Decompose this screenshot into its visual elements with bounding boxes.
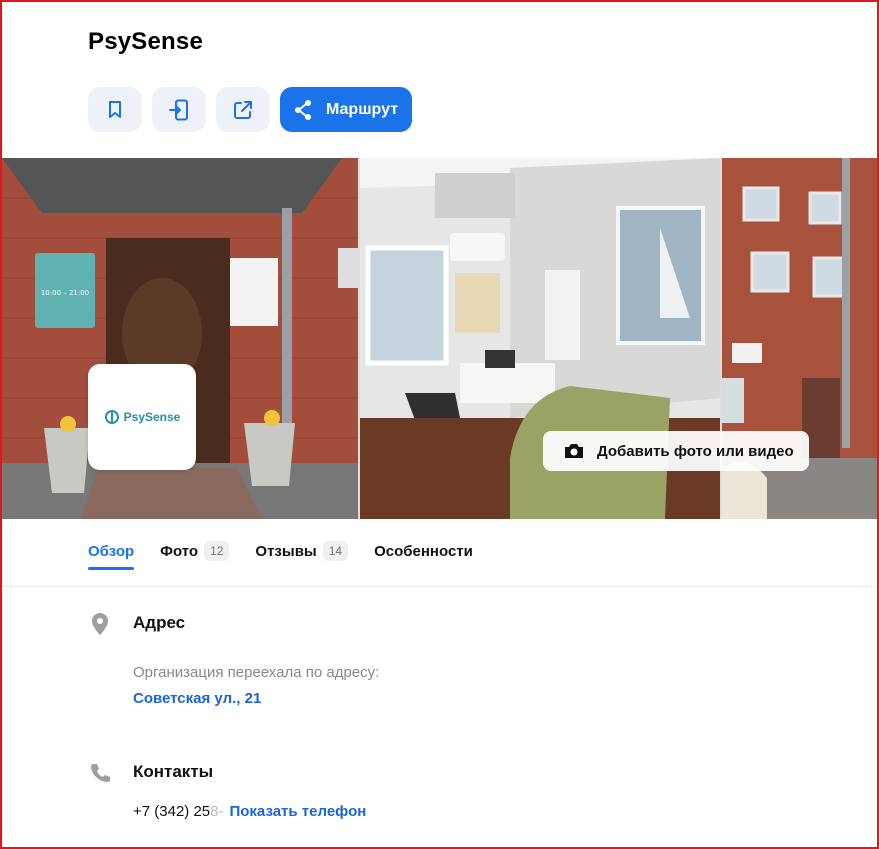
phone-icon bbox=[91, 764, 110, 782]
count-badge: 12 bbox=[204, 541, 230, 561]
tab-reviews[interactable]: Отзывы 14 bbox=[255, 540, 349, 562]
camera-icon bbox=[565, 444, 583, 458]
phone-number-partial: +7 (342) 25 bbox=[133, 803, 211, 820]
logo-text: PsySense bbox=[123, 410, 181, 424]
count-badge: 14 bbox=[322, 541, 349, 561]
address-heading: Адрес bbox=[133, 613, 186, 632]
share-icon bbox=[234, 100, 252, 119]
tab-divider bbox=[2, 586, 877, 587]
tab-overview[interactable]: Обзор bbox=[88, 540, 135, 570]
moved-note: Организация переехала по адресу: bbox=[133, 664, 380, 681]
show-phone-link[interactable]: Показать телефон bbox=[229, 803, 366, 820]
tab-label: Обзор bbox=[88, 542, 135, 560]
tab-features[interactable]: Особенности bbox=[374, 540, 473, 562]
share-button[interactable] bbox=[216, 87, 270, 132]
tab-label: Фото bbox=[160, 542, 199, 560]
phone-number-fade: 8- bbox=[210, 803, 224, 820]
add-photo-video-label: Добавить фото или видео bbox=[597, 442, 794, 460]
photo-gallery[interactable]: 10:00 – 21:00 PsySense Добавить фото или… bbox=[2, 158, 877, 519]
new-address-link[interactable]: Советская ул., 21 bbox=[133, 690, 261, 707]
tab-label: Отзывы bbox=[255, 542, 317, 560]
route-button[interactable]: Маршрут bbox=[280, 87, 413, 132]
action-bar: Маршрут bbox=[88, 87, 413, 132]
tab-label: Особенности bbox=[374, 542, 473, 560]
bookmark-icon bbox=[109, 100, 121, 118]
add-photo-video-button[interactable]: Добавить фото или видео bbox=[543, 431, 809, 471]
send-to-phone-button[interactable] bbox=[152, 87, 206, 132]
tab-photos[interactable]: Фото 12 bbox=[160, 540, 230, 562]
location-pin-icon bbox=[92, 613, 108, 635]
phone-row: +7 (342) 25 8- Показать телефон bbox=[133, 803, 366, 820]
tab-bar: Обзор Фото 12 Отзывы 14 Особенности bbox=[88, 540, 499, 570]
bookmark-button[interactable] bbox=[88, 87, 142, 132]
contacts-heading: Контакты bbox=[133, 762, 214, 781]
sign-hours: 10:00 – 21:00 bbox=[41, 289, 89, 297]
send-to-phone-icon bbox=[169, 99, 188, 120]
psysense-logo-icon bbox=[104, 410, 119, 424]
page-title: PsySense bbox=[88, 28, 204, 55]
route-label: Маршрут bbox=[326, 100, 399, 118]
organization-logo: PsySense bbox=[88, 364, 196, 470]
route-icon bbox=[295, 99, 311, 120]
